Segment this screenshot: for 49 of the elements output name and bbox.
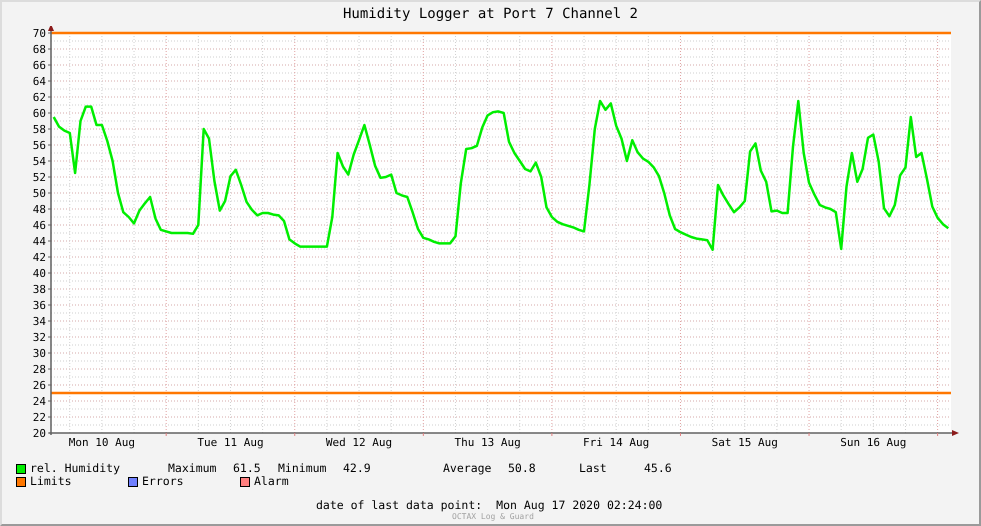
y-tick-label: 54 (32, 155, 46, 168)
x-tick-label: Mon 10 Aug (68, 436, 135, 449)
y-tick-label: 34 (32, 315, 46, 328)
legend-label: Errors (142, 475, 184, 488)
last-data-label: date of last data point: (316, 499, 482, 512)
stat-label: Minimum (278, 462, 328, 475)
x-tick-label: Tue 11 Aug (197, 436, 264, 449)
stat-value: 61.5 (233, 462, 261, 475)
x-tick-label: Thu 13 Aug (454, 436, 521, 449)
x-tick-label: Sat 15 Aug (712, 436, 778, 449)
legend-label: Limits (30, 475, 72, 488)
y-tick-label: 62 (32, 91, 46, 104)
y-tick-label: 46 (32, 219, 46, 232)
stat-value: 50.8 (508, 462, 536, 475)
y-tick-label: 20 (32, 427, 46, 440)
y-tick-label: 64 (32, 75, 46, 88)
y-tick-label: 70 (32, 27, 46, 40)
chart-title: Humidity Logger at Port 7 Channel 2 (342, 7, 638, 21)
y-tick-label: 42 (32, 251, 46, 264)
y-tick-label: 22 (32, 411, 46, 424)
y-tick-label: 66 (32, 59, 46, 72)
y-tick-label: 40 (32, 267, 46, 280)
stat-value: 45.6 (644, 462, 672, 475)
y-tick-label: 44 (32, 235, 46, 248)
last-data-value: Mon Aug 17 2020 02:24:00 (496, 499, 662, 512)
y-tick-label: 32 (32, 331, 46, 344)
y-tick-label: 52 (32, 171, 46, 184)
y-tick-label: 30 (32, 347, 46, 360)
y-tick-label: 50 (32, 187, 46, 200)
stat-label: Last (579, 462, 608, 475)
legend-label: Alarm (254, 475, 289, 488)
footer-text: OCTAX Log & Guard (452, 512, 534, 521)
stat-value: 42.9 (343, 462, 371, 475)
y-tick-label: 24 (32, 395, 46, 408)
stat-label: Average (443, 462, 492, 475)
y-tick-label: 26 (32, 379, 46, 392)
y-tick-label: 58 (32, 123, 46, 136)
x-tick-label: Sun 16 Aug (840, 436, 906, 449)
y-tick-label: 56 (32, 139, 46, 152)
x-tick-label: Wed 12 Aug (326, 436, 392, 449)
y-tick-label: 38 (32, 283, 46, 296)
y-tick-label: 60 (32, 107, 46, 120)
x-tick-label: Fri 14 Aug (583, 436, 650, 449)
y-tick-label: 68 (32, 43, 46, 56)
stat-label: Maximum (168, 462, 218, 475)
y-tick-label: 36 (32, 299, 46, 312)
y-tick-label: 48 (32, 203, 46, 216)
y-tick-label: 28 (32, 363, 46, 376)
legend-label: rel. Humidity (30, 462, 120, 475)
